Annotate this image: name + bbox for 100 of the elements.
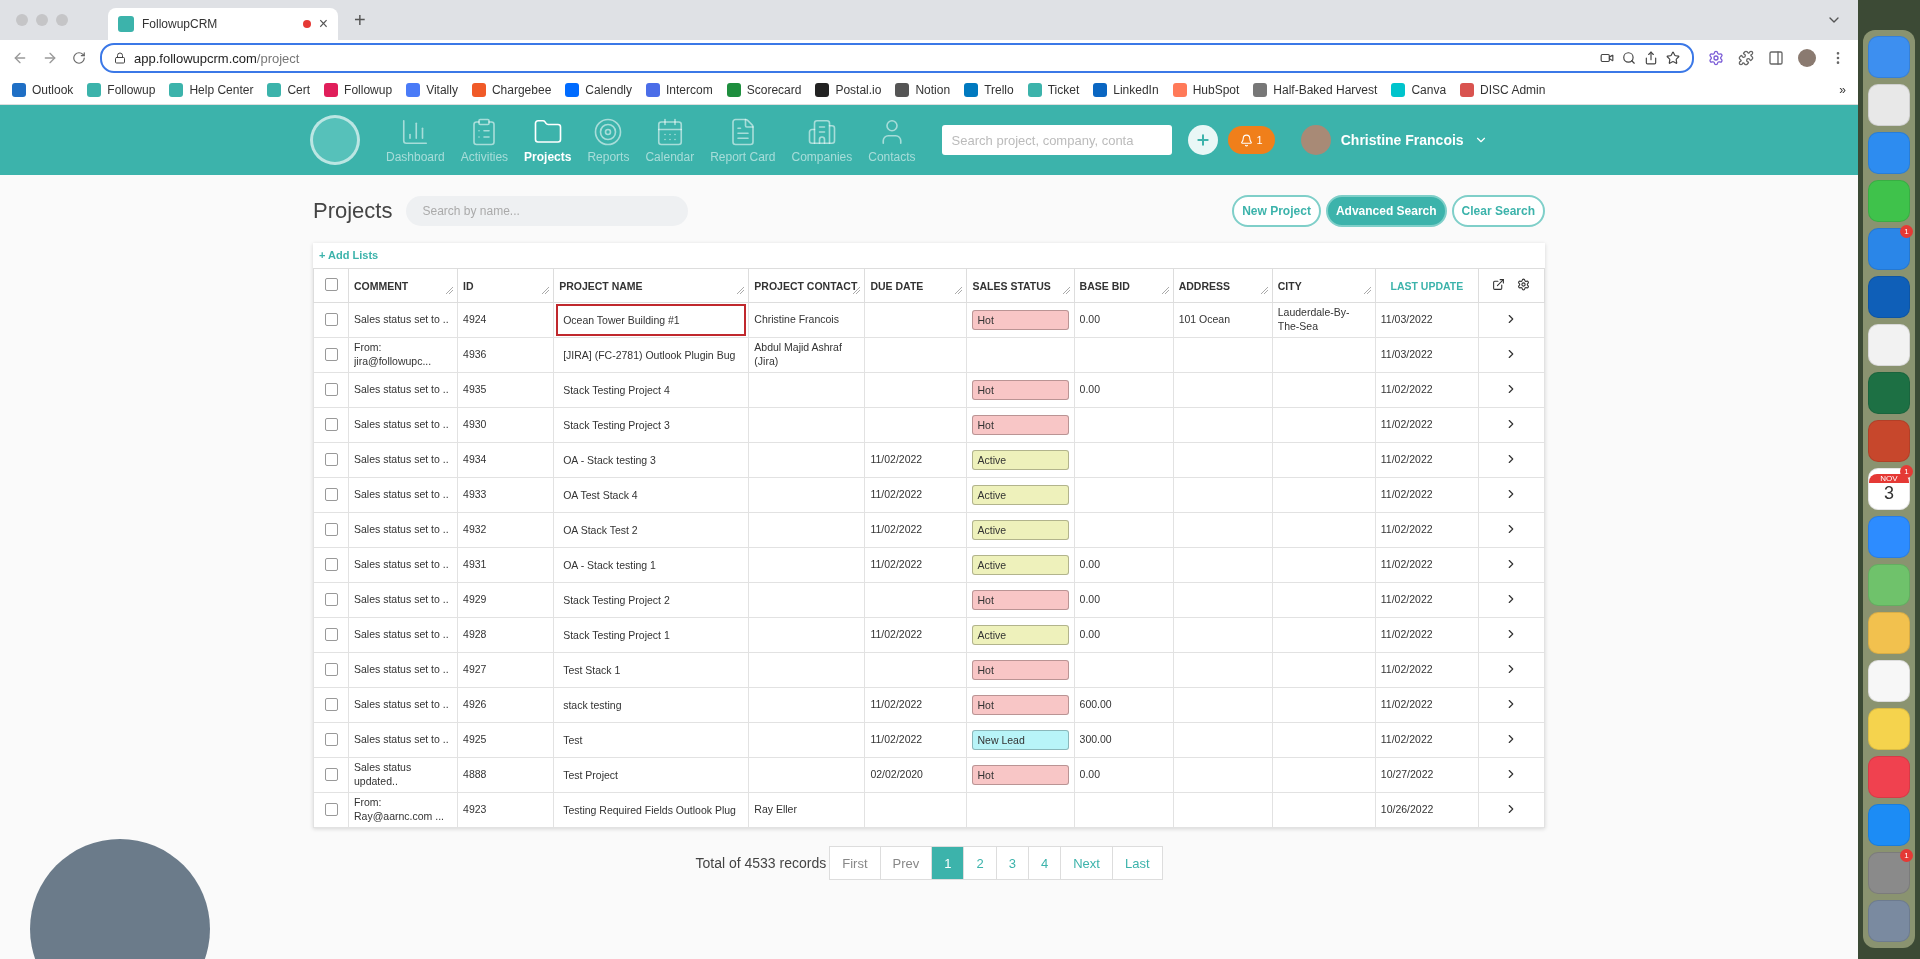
status-tag: Hot [972, 415, 1069, 435]
table-cell-text: Stack Testing Project 2 [562, 593, 671, 608]
row-checkbox[interactable] [324, 557, 338, 571]
bell-icon [1239, 133, 1253, 147]
camera-icon[interactable] [1600, 51, 1614, 65]
table-cell-text: 4923 [463, 803, 488, 817]
app-icon[interactable]: 1 [1868, 228, 1910, 270]
zoom-icon[interactable] [1622, 51, 1636, 65]
row-checkbox[interactable] [324, 627, 338, 641]
new-tab-button[interactable]: + [348, 9, 372, 31]
side-panel-icon[interactable] [1768, 50, 1784, 66]
reload-icon[interactable] [72, 51, 86, 65]
add-button[interactable] [1187, 125, 1218, 155]
row-checkbox[interactable] [324, 697, 338, 711]
app-icon[interactable] [1868, 708, 1910, 750]
app-icon[interactable] [1868, 660, 1910, 702]
profile-avatar[interactable] [1798, 49, 1816, 67]
bookmark-link[interactable]: Cert [267, 83, 311, 97]
status-tag: Hot [972, 695, 1069, 715]
app-icon[interactable] [1868, 564, 1910, 606]
row-checkbox[interactable] [324, 312, 338, 326]
tab-close-button[interactable]: × [318, 16, 328, 32]
row-checkbox[interactable] [324, 767, 338, 781]
column-header[interactable]: CITY [1272, 268, 1376, 303]
table-cell-text: Sales status set to .. [354, 593, 450, 607]
row-checkbox[interactable] [324, 662, 338, 676]
table-cell-text: OA Stack Test 2 [562, 523, 639, 538]
row-checkbox[interactable] [324, 802, 338, 816]
column-header[interactable]: DUE DATE [864, 268, 967, 303]
app-icon[interactable] [1868, 372, 1910, 414]
column-header[interactable]: ADDRESS [1173, 268, 1273, 303]
row-checkbox[interactable] [324, 732, 338, 746]
table-cell-text: Sales status updated.. [354, 761, 413, 789]
bookmark-link[interactable]: HubSpot [1172, 83, 1240, 97]
settings-icon[interactable] [1517, 278, 1531, 291]
bookmark-link[interactable]: Trello [964, 83, 1014, 97]
bookmark-link[interactable]: Half-Baked Harvest [1253, 83, 1378, 97]
share-icon[interactable] [1644, 51, 1658, 65]
row-checkbox[interactable] [324, 592, 338, 606]
browser-tab[interactable]: FollowupCRM × [108, 8, 338, 40]
table-cell-text: 4924 [463, 313, 488, 327]
row-checkbox[interactable] [324, 452, 338, 466]
bookmark-link[interactable]: Notion [895, 83, 951, 97]
app-icon[interactable] [1868, 324, 1910, 366]
back-icon[interactable] [12, 50, 28, 66]
bookmark-link[interactable]: Postal.io [815, 83, 882, 97]
extension-icon[interactable] [1708, 50, 1724, 66]
bookmark-link[interactable]: Calendly [565, 83, 632, 97]
app-icon[interactable] [1868, 276, 1910, 318]
app-icon[interactable] [1868, 420, 1910, 462]
bookmark-link[interactable]: DISC Admin [1460, 83, 1546, 97]
app-icon[interactable]: 1 [1868, 852, 1910, 894]
bookmark-link[interactable]: Outlook [12, 83, 74, 97]
bookmark-link[interactable]: Intercom [646, 83, 713, 97]
row-checkbox[interactable] [324, 417, 338, 431]
table-cell-text: Stack Testing Project 1 [562, 628, 671, 643]
row-checkbox[interactable] [324, 487, 338, 501]
row-checkbox[interactable] [324, 382, 338, 396]
table-cell-text: Sales status set to .. [354, 523, 450, 537]
project-search-field[interactable]: Search by name... [406, 196, 689, 226]
table-cell-text: 4933 [463, 488, 488, 502]
external-link-icon[interactable] [1492, 278, 1506, 291]
column-header[interactable]: BASE BID [1074, 268, 1174, 303]
favicon-icon [118, 16, 134, 32]
column-header[interactable]: COMMENT [348, 268, 458, 303]
column-header[interactable]: SALES STATUS [967, 268, 1075, 303]
bookmark-link[interactable]: Canva [1391, 83, 1447, 97]
more-bookmarks-button[interactable]: » [1839, 83, 1846, 97]
forward-icon[interactable] [42, 50, 58, 66]
table-cell-text: Lauderdale-By-The-Sea [1277, 306, 1351, 334]
column-header[interactable]: PROJECT NAME [553, 268, 749, 303]
table-cell-text: Sales status set to .. [354, 488, 450, 502]
app-icon[interactable] [1868, 756, 1910, 798]
table-cell-text: 11/02/2022 [1380, 663, 1434, 677]
table-cell-text: 11/02/2022 [1380, 628, 1434, 642]
bookmark-star-icon[interactable] [1666, 51, 1680, 65]
bookmark-link[interactable]: Chargebee [471, 83, 552, 97]
bookmark-link[interactable]: Ticket [1027, 83, 1080, 97]
app-icon[interactable] [1868, 612, 1910, 654]
global-search-field[interactable]: Search project, company, conta [941, 125, 1172, 155]
bookmark-link[interactable]: Help Center [169, 83, 254, 97]
puzzle-icon[interactable] [1738, 50, 1754, 66]
target-icon [593, 116, 624, 147]
column-header[interactable]: ID [457, 268, 554, 303]
calendar-app-icon[interactable]: NOV 3 1 [1868, 468, 1910, 510]
table-cell-text: 4932 [463, 523, 488, 537]
row-checkbox[interactable] [324, 347, 338, 361]
bookmark-link[interactable]: Followup [87, 83, 156, 97]
bookmark-link[interactable]: Followup [324, 83, 393, 97]
select-all-checkbox[interactable] [324, 278, 338, 291]
address-bar[interactable]: app.followupcrm.com/project [100, 43, 1694, 73]
app-icon[interactable] [1868, 84, 1910, 126]
status-tag: Hot [972, 380, 1069, 400]
bookmark-link[interactable]: LinkedIn [1093, 83, 1159, 97]
bookmark-link[interactable]: Scorecard [726, 83, 802, 97]
row-checkbox[interactable] [324, 522, 338, 536]
table-cell-text: Stack Testing Project 3 [562, 418, 671, 433]
column-header[interactable]: PROJECT CONTACT [748, 268, 865, 303]
bookmark-link[interactable]: Vitally [406, 83, 458, 97]
app-logo[interactable] [310, 115, 360, 165]
